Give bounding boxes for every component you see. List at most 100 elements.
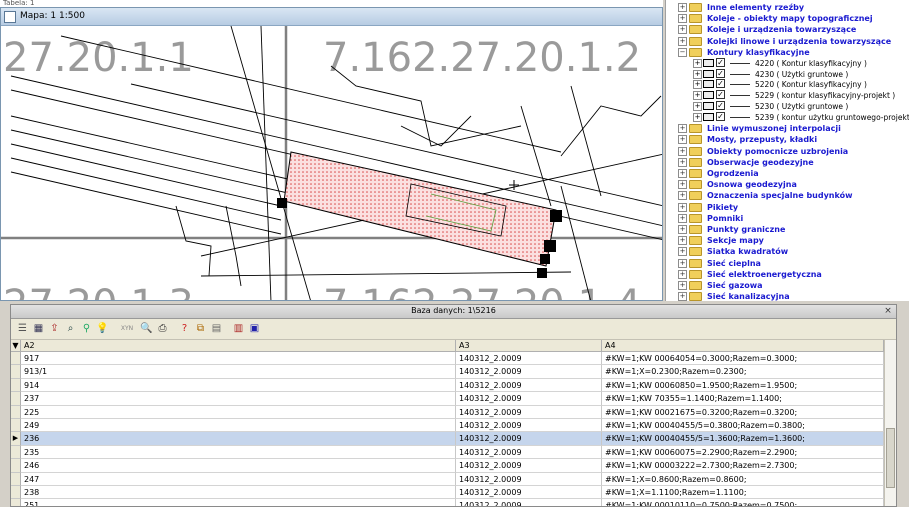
export-icon[interactable]: ⇪ bbox=[48, 322, 61, 335]
row-indicator[interactable] bbox=[11, 352, 21, 366]
cell-a2[interactable]: 913/1 bbox=[21, 365, 456, 379]
tree-layer-item[interactable]: + ✓ 5220 ( Kontur klasyfikacyjny ) bbox=[666, 79, 909, 90]
report2-icon[interactable]: ▣ bbox=[248, 322, 261, 335]
cell-a4[interactable]: #KW=1;KW 00003222=2.7300;Razem=2.7300; bbox=[602, 459, 884, 473]
cell-a3[interactable]: 140312_2.0009 bbox=[456, 352, 602, 366]
grid-settings-icon[interactable]: ☰ bbox=[16, 322, 29, 335]
row-indicator[interactable] bbox=[11, 365, 21, 379]
cell-a4[interactable]: #KW=1;X=0.8600;Razem=0.8600; bbox=[602, 472, 884, 486]
tree-item[interactable]: + Sieć cieplna bbox=[666, 258, 909, 269]
expand-icon[interactable]: + bbox=[693, 91, 702, 101]
table-row[interactable]: 251 140312_2.0009 #KW=1;KW 00010110=0.7500… bbox=[11, 499, 884, 506]
layer-checkbox[interactable]: ✓ bbox=[716, 90, 725, 100]
tree-item[interactable]: + Inne elementy rzeźby bbox=[666, 2, 909, 13]
cell-a3[interactable]: 140312_2.0009 bbox=[456, 365, 602, 379]
cell-a3[interactable]: 140312_2.0009 bbox=[456, 419, 602, 433]
cell-a3[interactable]: 140312_2.0009 bbox=[456, 432, 602, 446]
tree-item[interactable]: + Osnowa geodezyjna bbox=[666, 179, 909, 190]
cell-a2[interactable]: 238 bbox=[21, 486, 456, 500]
cell-a3[interactable]: 140312_2.0009 bbox=[456, 405, 602, 419]
table-row[interactable]: 246 140312_2.0009 #KW=1;KW 00003222=2.7300… bbox=[11, 459, 884, 473]
table-row[interactable]: 237 140312_2.0009 #KW=1;KW 70355=1.1400;Ra… bbox=[11, 392, 884, 406]
scrollbar-thumb[interactable] bbox=[886, 428, 895, 488]
tree-item[interactable]: + Sieć elektroenergetyczna bbox=[666, 269, 909, 280]
expand-icon[interactable]: + bbox=[678, 281, 687, 290]
cell-a4[interactable]: #KW=1;KW 00010110=0.7500;Razem=0.7500; bbox=[602, 499, 884, 506]
expand-icon[interactable]: + bbox=[678, 236, 687, 246]
db-table[interactable]: ▼ A2 A3 A4 917 140312_2.0009 #KW=1;KW 0006… bbox=[11, 340, 884, 506]
cell-a4[interactable]: #KW=1;KW 70355=1.1400;Razem=1.1400; bbox=[602, 392, 884, 406]
row-indicator[interactable] bbox=[11, 445, 21, 460]
cell-a2[interactable]: 249 bbox=[21, 419, 456, 433]
cell-a2[interactable]: 247 bbox=[21, 472, 456, 486]
tree-item[interactable]: + Sekcje mapy bbox=[666, 235, 909, 246]
cell-a4[interactable]: #KW=1;KW 00060075=2.2900;Razem=2.2900; bbox=[602, 445, 884, 460]
row-indicator[interactable] bbox=[11, 378, 21, 393]
map-titlebar[interactable]: Mapa: 1 1:500 bbox=[1, 8, 662, 26]
expand-icon[interactable]: + bbox=[678, 191, 687, 201]
cell-a4[interactable]: #KW=1;KW 00060850=1.9500;Razem=1.9500; bbox=[602, 378, 884, 393]
table-icon[interactable]: ▦ bbox=[32, 322, 45, 335]
cell-a4[interactable]: #KW=1;KW 00021675=0.3200;Razem=0.3200; bbox=[602, 405, 884, 419]
cell-a2[interactable]: 914 bbox=[21, 378, 456, 393]
expand-icon[interactable]: + bbox=[678, 36, 687, 46]
tree-item[interactable]: + Sieć gazowa bbox=[666, 280, 909, 291]
tree-item[interactable]: + Sieć kanalizacyjna bbox=[666, 291, 909, 301]
expand-icon[interactable]: + bbox=[678, 258, 687, 268]
tree-layer-item[interactable]: + ✓ 4220 ( Kontur klasyfikacyjny ) bbox=[666, 58, 909, 69]
bulb-icon[interactable]: 💡 bbox=[96, 322, 109, 335]
report-icon[interactable]: ▥ bbox=[232, 322, 245, 335]
expand-icon[interactable]: + bbox=[678, 135, 687, 145]
expand-icon[interactable]: + bbox=[678, 292, 687, 301]
row-indicator[interactable] bbox=[11, 392, 21, 406]
expand-icon[interactable]: + bbox=[678, 169, 687, 178]
expand-icon[interactable]: + bbox=[678, 157, 687, 167]
print-icon[interactable]: ⎙ bbox=[156, 322, 169, 335]
expand-icon[interactable]: + bbox=[678, 247, 687, 257]
cell-a2[interactable]: 237 bbox=[21, 392, 456, 406]
tree-item[interactable]: + Pomniki bbox=[666, 213, 909, 224]
tree-item[interactable]: + Obserwacje geodezyjne bbox=[666, 157, 909, 168]
close-icon[interactable]: × bbox=[883, 306, 893, 316]
cell-a4[interactable]: #KW=1;KW 00040455/5=1.3600;Razem=1.3600; bbox=[602, 432, 884, 446]
cell-a3[interactable]: 140312_2.0009 bbox=[456, 392, 602, 406]
expand-icon[interactable]: + bbox=[693, 101, 702, 111]
expand-icon[interactable]: + bbox=[678, 14, 687, 24]
map-window[interactable]: Mapa: 1 1:500 27.20.1.1 7.162.27.20.1.2 … bbox=[0, 7, 663, 301]
database-window[interactable]: Baza danych: 1\5216 × ☰ ▦ ⇪ ⌕ ⚲ 💡 XYN 🔍 ⎙? ⧉ ▤ ▥ ▣ ▼… bbox=[10, 304, 897, 507]
expand-icon[interactable]: + bbox=[678, 213, 687, 223]
row-indicator[interactable]: ▶ bbox=[11, 432, 21, 446]
copy-icon[interactable]: ⧉ bbox=[194, 322, 207, 335]
tree-item[interactable]: + Oznaczenia specjalne budynków bbox=[666, 190, 909, 201]
column-header-a3[interactable]: A3 bbox=[456, 340, 602, 352]
cell-a3[interactable]: 140312_2.0009 bbox=[456, 459, 602, 473]
search-icon[interactable]: ⌕ bbox=[64, 322, 77, 335]
cell-a4[interactable]: #KW=1;X=1.1100;Razem=1.1100; bbox=[602, 486, 884, 500]
row-indicator[interactable] bbox=[11, 405, 21, 419]
cell-a4[interactable]: #KW=1;KW 00064054=0.3000;Razem=0.3000; bbox=[602, 352, 884, 366]
db-titlebar[interactable]: Baza danych: 1\5216 × bbox=[11, 305, 896, 319]
cell-a2[interactable]: 225 bbox=[21, 405, 456, 419]
layer-tree[interactable]: + Inne elementy rzeźby + Koleje - obiekty m… bbox=[665, 0, 909, 301]
tree-item[interactable]: + Linie wymuszonej interpolacji bbox=[666, 123, 909, 134]
table-row[interactable]: 238 140312_2.0009 #KW=1;X=1.1100;Razem=1.1… bbox=[11, 486, 884, 500]
expand-icon[interactable]: + bbox=[678, 269, 687, 279]
tree-item[interactable]: + Ogrodzenia bbox=[666, 168, 909, 179]
tree-item[interactable]: + Obiekty pomocnicze uzbrojenia bbox=[666, 146, 909, 157]
cell-a3[interactable]: 140312_2.0009 bbox=[456, 472, 602, 486]
expand-icon[interactable]: − bbox=[678, 47, 687, 57]
cell-a2[interactable]: 917 bbox=[21, 352, 456, 366]
table-row[interactable]: 247 140312_2.0009 #KW=1;X=0.8600;Razem=0.8… bbox=[11, 472, 884, 486]
tree-item[interactable]: + Pikiety bbox=[666, 202, 909, 213]
tree-item[interactable]: + Mosty, przepusty, kładki bbox=[666, 134, 909, 145]
cell-a2[interactable]: 251 bbox=[21, 499, 456, 506]
table-row[interactable]: ▶ 236 140312_2.0009 #KW=1;KW 00040455/5=1.3… bbox=[11, 432, 884, 446]
tree-layer-item[interactable]: + ✓ 5230 ( Użytki gruntowe ) bbox=[666, 100, 909, 112]
tree-item[interactable]: + Koleje - obiekty mapy topograficznej bbox=[666, 13, 909, 24]
layer-checkbox[interactable]: ✓ bbox=[716, 68, 725, 78]
table-row[interactable]: 225 140312_2.0009 #KW=1;KW 00021675=0.3200… bbox=[11, 405, 884, 419]
link-icon[interactable]: ⚲ bbox=[80, 322, 93, 335]
expand-icon[interactable]: + bbox=[678, 124, 687, 134]
cell-a3[interactable]: 140312_2.0009 bbox=[456, 378, 602, 393]
layer-checkbox[interactable]: ✓ bbox=[716, 58, 725, 67]
